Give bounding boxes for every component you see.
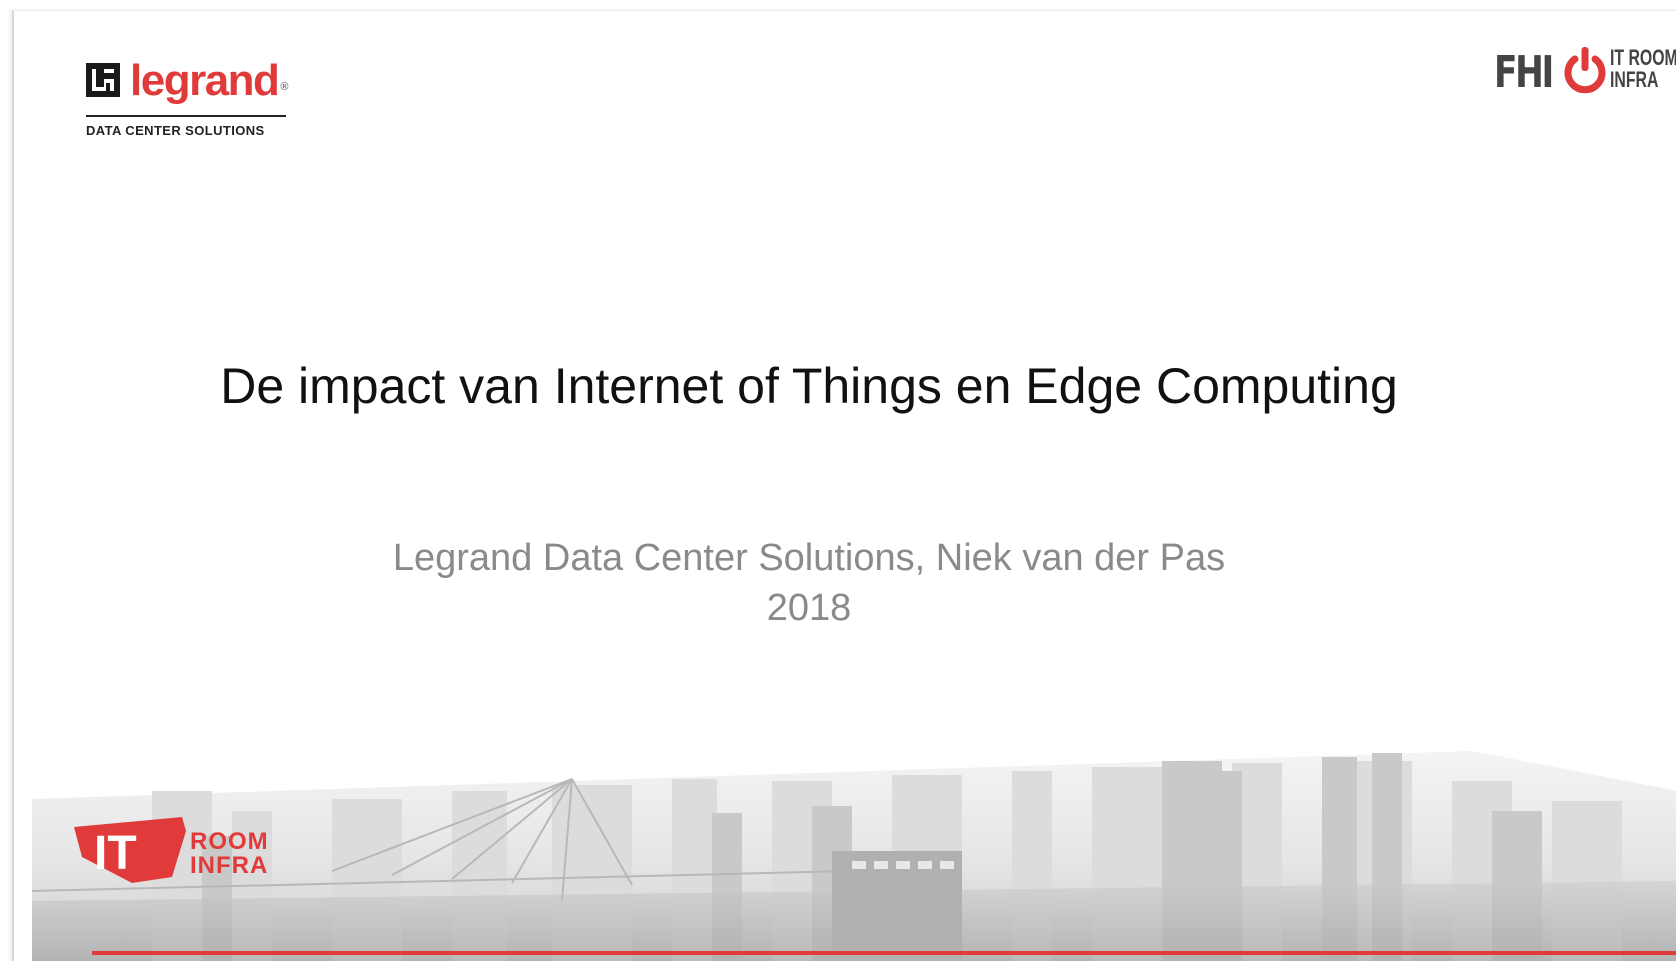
legrand-word-text: legrand (130, 56, 280, 105)
it-infra-word: INFRA (190, 852, 268, 879)
legrand-divider (86, 115, 286, 117)
presentation-slide: legrand ® DATA CENTER SOLUTIONS FHI IT RO… (12, 10, 1676, 961)
legrand-logo: legrand ® DATA CENTER SOLUTIONS (86, 53, 326, 143)
it-room-word: ROOM (190, 828, 269, 855)
legrand-mark-icon (86, 63, 120, 97)
slide-subtitle: Legrand Data Center Solutions, Niek van … (14, 533, 1604, 633)
slide-title: De impact van Internet of Things en Edge… (220, 358, 1398, 414)
fhi-logo: FHI IT ROOM INFRA (1478, 41, 1676, 111)
registered-mark: ® (280, 81, 288, 93)
fhi-line-1: IT ROOM (1610, 45, 1676, 70)
legrand-tagline: DATA CENTER SOLUTIONS (86, 123, 265, 138)
fhi-wordmark: FHI (1494, 47, 1554, 98)
it-room-infra-logo-graphic: IT ROOM INFRA (74, 817, 269, 883)
legrand-wordmark: legrand ® (130, 53, 288, 109)
it-room-infra-logo: IT ROOM INFRA (72, 811, 312, 891)
subtitle-year: 2018 (766, 587, 852, 629)
power-icon (1564, 47, 1606, 94)
fhi-side-text: IT ROOM INFRA (1610, 47, 1676, 91)
it-big-letters: IT (94, 827, 137, 880)
fhi-line-2: INFRA (1610, 67, 1659, 92)
subtitle-author: Legrand Data Center Solutions, Niek van … (392, 537, 1226, 579)
